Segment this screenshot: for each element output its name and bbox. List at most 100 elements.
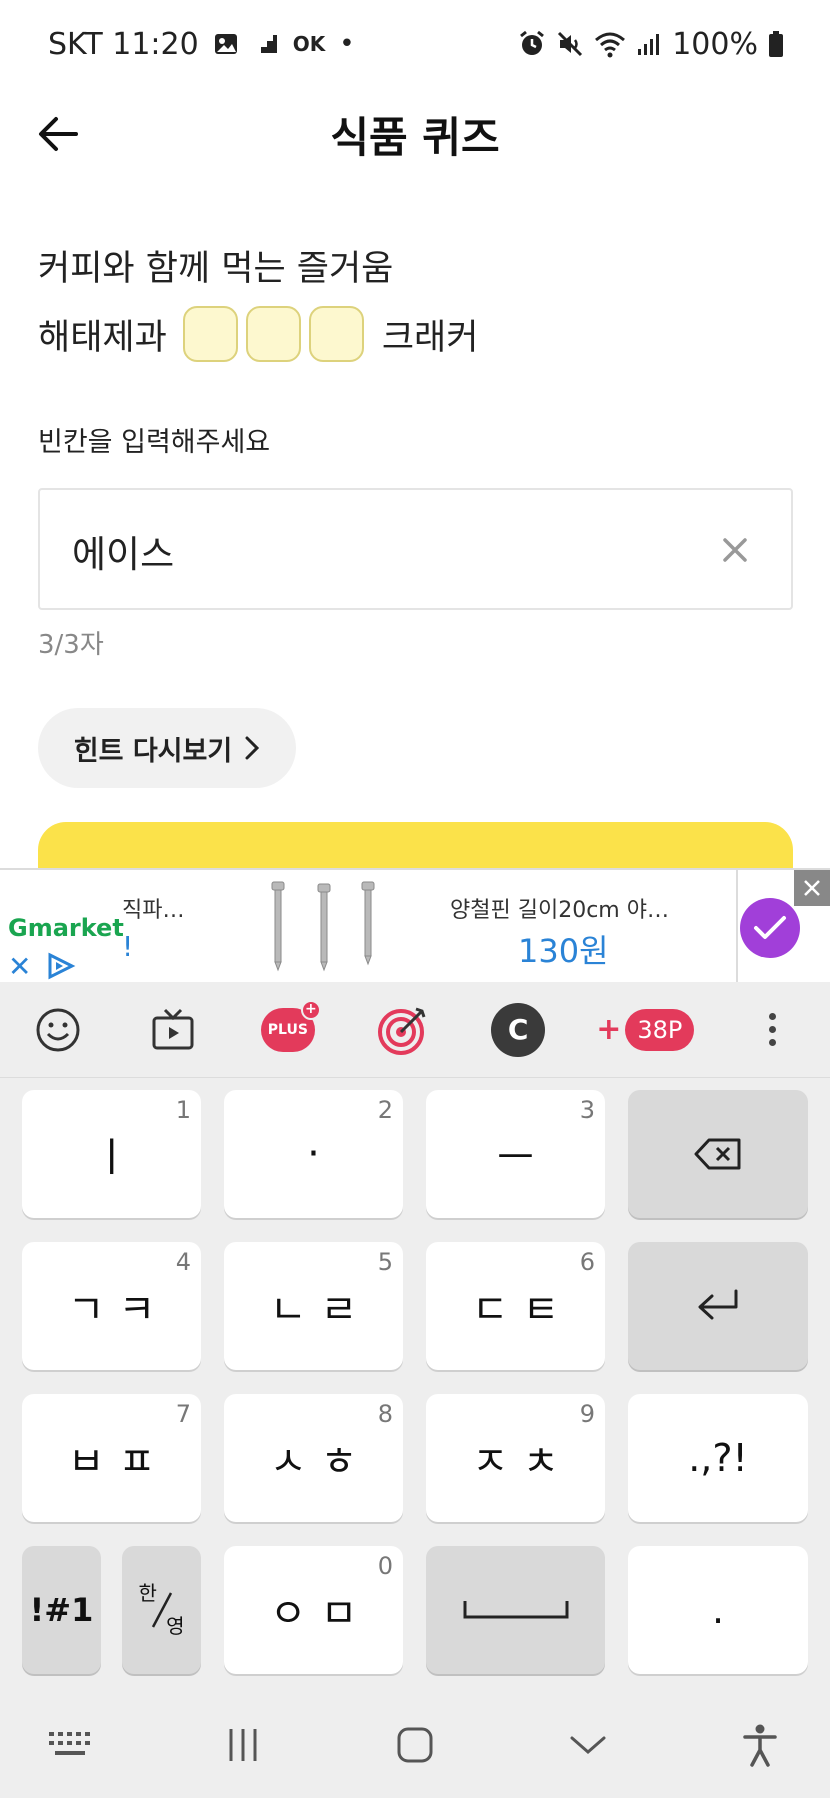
answer-row: 해태제과 크래커 <box>38 304 478 364</box>
key-label: ㄱㅋ <box>67 1287 170 1333</box>
key-period[interactable]: . <box>628 1546 808 1674</box>
battery-percent: 100% <box>672 26 758 62</box>
key-number: 6 <box>579 1248 595 1276</box>
wifi-icon <box>594 30 626 58</box>
key-label: ㅈㅊ <box>471 1439 574 1485</box>
tv-icon <box>152 1008 194 1049</box>
lang-toggle-icon: 한 영 <box>137 1575 187 1645</box>
answer-blank <box>308 306 364 362</box>
key-label: ㅣ <box>93 1135 144 1181</box>
key-s-h[interactable]: ㅅㅎ 8 <box>224 1394 403 1522</box>
accessibility-button[interactable] <box>720 1705 800 1785</box>
symbols-key[interactable]: !#1 <box>22 1546 101 1674</box>
keyboard-switch-button[interactable] <box>30 1705 110 1785</box>
char-count: 3/3자 <box>38 630 104 660</box>
key-number: 9 <box>579 1400 595 1428</box>
key-b-p[interactable]: ㅂㅍ 7 <box>22 1394 201 1522</box>
answer-suffix: 크래커 <box>381 317 479 358</box>
ad-brand-name: Gmarket <box>8 914 124 942</box>
key-number: 3 <box>579 1096 595 1124</box>
close-icon <box>723 538 747 562</box>
plus-button[interactable]: PLUS + <box>255 997 321 1063</box>
keyboard-toolbar: PLUS + C +38P <box>0 982 830 1078</box>
key-label: !#1 <box>29 1591 94 1629</box>
answer-blank <box>245 306 301 362</box>
key-number: 0 <box>377 1552 393 1580</box>
space-icon <box>463 1601 568 1619</box>
key-punctuation[interactable]: .,?! <box>628 1394 808 1522</box>
backspace-icon <box>694 1138 741 1170</box>
target-button[interactable] <box>370 997 436 1063</box>
emoji-icon <box>36 1008 80 1051</box>
key-number: 4 <box>175 1248 191 1276</box>
chevron-right-icon <box>245 736 260 760</box>
ad-brand-logo: Gmarket <box>8 914 124 942</box>
key-d-t[interactable]: ㄷㅌ 6 <box>426 1242 605 1370</box>
ad-product-image <box>271 881 375 972</box>
points-badge: 38P <box>625 1008 695 1051</box>
close-icon <box>804 880 820 896</box>
key-j-ch[interactable]: ㅈㅊ 9 <box>426 1394 605 1522</box>
plus-badge: PLUS + <box>260 999 321 1052</box>
hide-keyboard-button[interactable] <box>548 1705 628 1785</box>
key-label: ㅡ <box>497 1135 548 1181</box>
more-vert-icon <box>768 1013 776 1046</box>
key-n-r[interactable]: ㄴㄹ 5 <box>224 1242 403 1370</box>
emoji-button[interactable] <box>25 997 91 1063</box>
ad-product-left: 직파… <box>122 898 185 923</box>
home-icon <box>397 1727 433 1763</box>
ad-check-button[interactable] <box>740 898 800 958</box>
key-label: ㅂㅍ <box>67 1439 170 1485</box>
clear-input-button[interactable] <box>717 532 753 568</box>
answer-input-value: 에이스 <box>72 533 175 576</box>
points-button[interactable]: +38P <box>596 997 695 1063</box>
key-dot[interactable]: · 2 <box>224 1090 403 1218</box>
key-label: ㄷㅌ <box>471 1287 574 1333</box>
points-plus-icon: + <box>596 1012 622 1047</box>
key-eu[interactable]: ㅡ3 <box>426 1090 605 1218</box>
ad-banner[interactable]: 직파… ! Gmarket ✕ 양철핀 길이20cm 야… 130원 <box>0 868 830 982</box>
stairs-icon <box>253 33 279 55</box>
key-number: 7 <box>175 1400 191 1428</box>
answer-input[interactable]: 에이스 <box>38 488 793 610</box>
adchoices-icon[interactable] <box>46 952 76 980</box>
battery-icon <box>768 30 784 58</box>
home-button[interactable] <box>375 1705 455 1785</box>
tv-button[interactable] <box>140 997 206 1063</box>
keyboard-icon <box>49 1732 90 1755</box>
check-icon <box>754 916 786 939</box>
answer-prefix: 해태제과 <box>38 317 167 358</box>
accessibility-icon <box>743 1724 777 1767</box>
plus-badge-label: PLUS <box>267 1021 308 1038</box>
dot-icon: • <box>339 29 355 59</box>
quiz-question: 커피와 함께 먹는 즐거움 <box>38 249 394 289</box>
status-bar: SKT 11:20 OK • 100% <box>0 0 830 88</box>
language-toggle-key[interactable]: 한 영 <box>122 1546 201 1674</box>
key-label: ㅅㅎ <box>269 1439 372 1485</box>
target-icon <box>377 1007 426 1055</box>
key-g-k[interactable]: ㄱㅋ 4 <box>22 1242 201 1370</box>
plus-icon: + <box>300 999 321 1020</box>
more-options-button[interactable] <box>739 997 805 1063</box>
keyboard: PLUS + C +38P ㅣ1 · 2 ㅡ3 ㄱㅋ 4 ㄴㄹ 5 ㄷㅌ 6 ㅂ… <box>0 982 830 1798</box>
ad-content[interactable]: 직파… ! Gmarket ✕ 양철핀 길이20cm 야… 130원 <box>0 870 738 982</box>
key-label: ㄴㄹ <box>269 1287 372 1333</box>
app-header: 식품 퀴즈 <box>0 88 830 178</box>
key-o-m[interactable]: ㅇㅁ 0 <box>224 1546 403 1674</box>
recent-apps-button[interactable] <box>203 1705 283 1785</box>
space-key[interactable] <box>426 1546 605 1674</box>
backspace-key[interactable] <box>628 1090 808 1218</box>
key-i[interactable]: ㅣ1 <box>22 1090 201 1218</box>
hint-button[interactable]: 힌트 다시보기 <box>38 708 296 788</box>
ad-dismiss-button[interactable] <box>794 870 830 906</box>
key-number: 5 <box>377 1248 393 1276</box>
key-label: ㅇㅁ <box>269 1591 372 1637</box>
gallery-icon <box>213 31 239 57</box>
key-number: 1 <box>175 1096 191 1124</box>
key-number: 8 <box>377 1400 393 1428</box>
mute-icon <box>556 30 584 58</box>
enter-key[interactable] <box>628 1242 808 1370</box>
ok-cashbag-icon: OK <box>292 32 326 56</box>
ad-close-icon[interactable]: ✕ <box>8 950 31 982</box>
c-button[interactable]: C <box>485 997 551 1063</box>
